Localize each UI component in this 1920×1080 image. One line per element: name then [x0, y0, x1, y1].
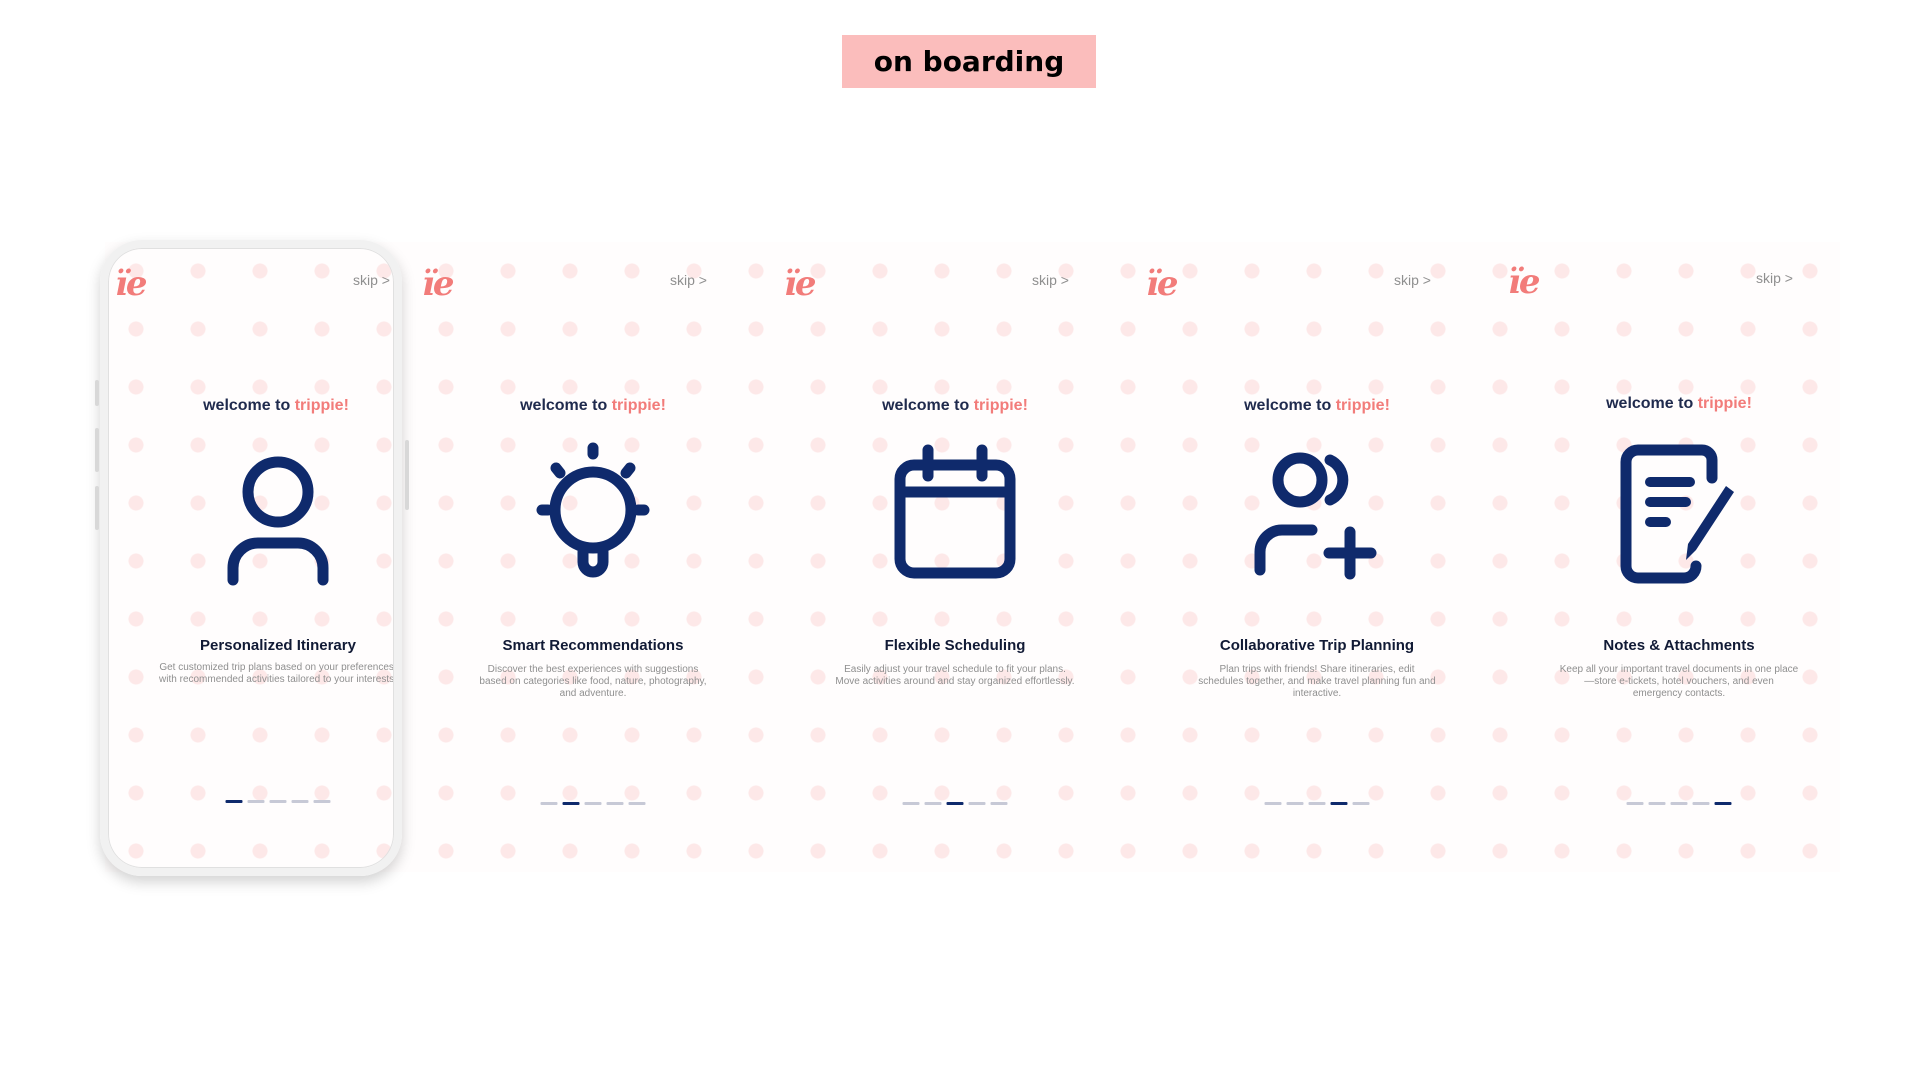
step-dot[interactable] — [269, 800, 287, 803]
step-dot[interactable] — [902, 802, 920, 805]
screen-description: Keep all your important travel documents… — [1559, 664, 1799, 699]
step-indicator — [1264, 802, 1370, 805]
welcome-prefix: welcome to — [1244, 397, 1332, 414]
screen-title: Collaborative Trip Planning — [1219, 637, 1415, 654]
step-dot[interactable] — [1648, 802, 1666, 805]
welcome-prefix: welcome to — [882, 397, 970, 414]
step-dot[interactable] — [313, 800, 331, 803]
onboarding-screen-3: ïe skip > welcome to trippie! Flexible S… — [774, 242, 1136, 872]
skip-button[interactable]: skip > — [670, 272, 707, 288]
step-indicator — [1626, 802, 1732, 805]
step-dot[interactable] — [990, 802, 1008, 805]
section-label: on boarding — [842, 35, 1096, 88]
phone-side-button — [95, 428, 99, 472]
welcome-heading: welcome to trippie! — [1498, 395, 1860, 413]
welcome-prefix: welcome to — [520, 397, 608, 414]
screen-title: Flexible Scheduling — [884, 637, 1026, 654]
skip-button[interactable]: skip > — [1032, 272, 1069, 288]
notes-pen-icon — [1620, 444, 1734, 584]
step-dot[interactable] — [584, 802, 602, 805]
screen-title: Personalized Itinerary — [200, 637, 356, 654]
step-indicator — [540, 802, 646, 805]
step-dot[interactable] — [924, 802, 942, 805]
step-dot[interactable] — [1714, 802, 1732, 805]
welcome-heading: welcome to trippie! — [412, 397, 774, 415]
welcome-prefix: welcome to — [203, 397, 291, 414]
welcome-heading: welcome to trippie! — [1136, 397, 1498, 415]
skip-button[interactable]: skip > — [353, 272, 390, 288]
screen-description: Plan trips with friends! Share itinerari… — [1198, 664, 1436, 699]
step-dot[interactable] — [247, 800, 265, 803]
step-dot[interactable] — [1352, 802, 1370, 805]
skip-button[interactable]: skip > — [1756, 270, 1793, 286]
onboarding-screen-2: ïe skip > welcome to trippie! Smart Reco… — [412, 242, 774, 872]
step-dot[interactable] — [225, 800, 243, 803]
screen-title: Notes & Attachments — [1603, 637, 1755, 654]
welcome-brand: trippie! — [1335, 397, 1390, 414]
screen-title: Smart Recommendations — [502, 637, 684, 654]
screen-description: Discover the best experiences with sugge… — [479, 664, 707, 699]
step-dot[interactable] — [1626, 802, 1644, 805]
step-dot[interactable] — [291, 800, 309, 803]
step-dot[interactable] — [1286, 802, 1304, 805]
logo: ïe — [1508, 262, 1541, 302]
phone-side-button — [95, 486, 99, 530]
onboarding-screen-5: ïe skip > welcome to trippie! Notes & At… — [1498, 242, 1860, 872]
logo: ïe — [422, 264, 455, 304]
welcome-brand: trippie! — [294, 397, 349, 414]
welcome-heading: welcome to trippie! — [95, 397, 457, 415]
welcome-prefix: welcome to — [1606, 395, 1694, 412]
step-dot[interactable] — [1308, 802, 1326, 805]
step-indicator — [225, 800, 331, 803]
welcome-brand: trippie! — [1697, 395, 1752, 412]
step-dot[interactable] — [540, 802, 558, 805]
welcome-heading: welcome to trippie! — [774, 397, 1136, 415]
onboarding-screen-4: ïe skip > welcome to trippie! Collaborat… — [1136, 242, 1498, 872]
step-dot[interactable] — [1670, 802, 1688, 805]
screen-description: Easily adjust your travel schedule to fi… — [835, 664, 1075, 687]
logo: ïe — [115, 264, 148, 304]
step-dot[interactable] — [1692, 802, 1710, 805]
phone-side-button — [405, 440, 409, 510]
step-dot[interactable] — [968, 802, 986, 805]
welcome-brand: trippie! — [973, 397, 1028, 414]
skip-button[interactable]: skip > — [1394, 272, 1431, 288]
welcome-brand: trippie! — [611, 397, 666, 414]
step-dot[interactable] — [946, 802, 964, 805]
logo: ïe — [1146, 264, 1179, 304]
calendar-icon — [894, 444, 1016, 579]
add-user-icon — [1254, 452, 1377, 580]
screen-description: Get customized trip plans based on your … — [159, 662, 397, 685]
step-dot[interactable] — [1264, 802, 1282, 805]
step-dot[interactable] — [1330, 802, 1348, 805]
step-dot[interactable] — [606, 802, 624, 805]
step-dot[interactable] — [562, 802, 580, 805]
lightbulb-icon — [536, 442, 650, 578]
step-dot[interactable] — [628, 802, 646, 805]
logo: ïe — [784, 264, 817, 304]
phone-side-button — [95, 380, 99, 406]
step-indicator — [902, 802, 1008, 805]
user-icon — [227, 456, 329, 586]
